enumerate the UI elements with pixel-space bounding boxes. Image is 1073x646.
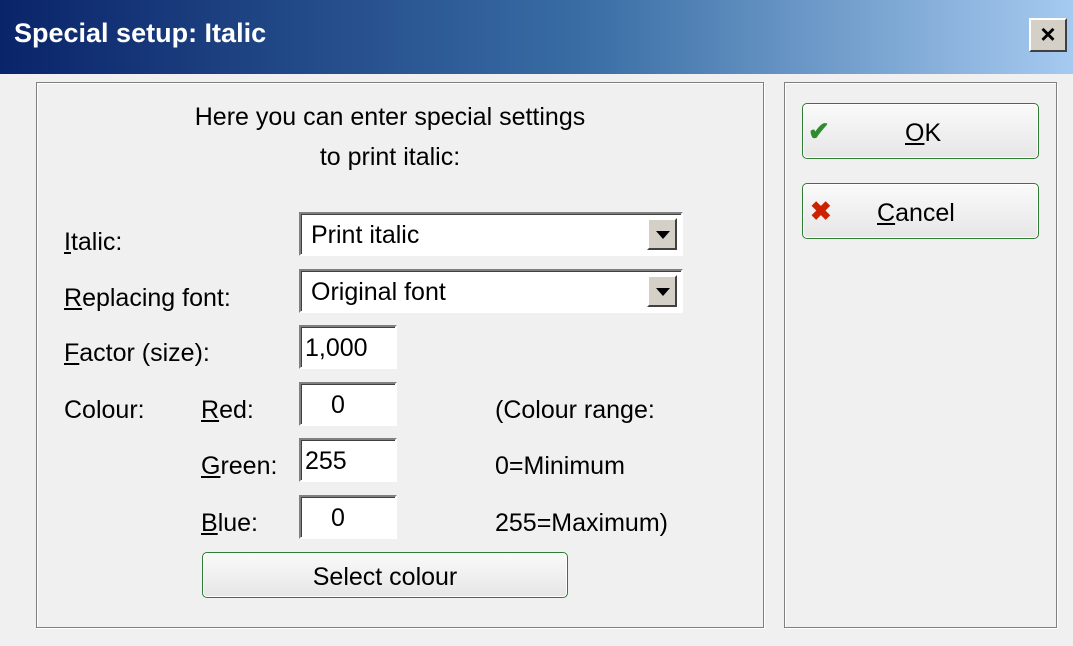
colour-range-text: (Colour range: — [495, 396, 655, 424]
select-colour-button[interactable]: Select colour — [202, 552, 568, 598]
red-input[interactable]: 0 — [299, 382, 397, 426]
cancel-label: Cancel — [877, 199, 955, 227]
factor-label: Factor (size): — [64, 339, 210, 367]
factor-input[interactable]: 1,000 — [299, 325, 397, 369]
ok-button[interactable]: ✔ OK — [802, 103, 1039, 159]
replacing-font-label: Replacing font: — [64, 284, 231, 312]
colour-min-text: 0=Minimum — [495, 452, 625, 480]
green-label: Green: — [201, 452, 278, 480]
italic-label: Italic: — [64, 228, 123, 256]
cancel-button[interactable]: ✖ Cancel — [802, 183, 1039, 239]
blue-label: Blue: — [201, 509, 258, 537]
intro-line-1: Here you can enter special settings — [194, 103, 586, 131]
ok-label: OK — [905, 119, 942, 147]
title-bar: Special setup: Italic × — [0, 0, 1073, 74]
italic-select[interactable]: Print italic — [299, 212, 683, 256]
close-button[interactable]: × — [1029, 18, 1067, 52]
colour-label: Colour: — [64, 396, 145, 424]
x-icon: ✖ — [810, 196, 832, 226]
buttons-panel — [784, 82, 1057, 628]
replacing-font-select-value: Original font — [311, 278, 446, 306]
replacing-font-select[interactable]: Original font — [299, 269, 683, 313]
italic-select-value: Print italic — [311, 221, 420, 249]
window-title: Special setup: Italic — [14, 18, 267, 48]
chevron-down-icon[interactable] — [647, 218, 677, 250]
chevron-down-icon[interactable] — [647, 275, 677, 307]
intro-line-2: to print italic: — [319, 143, 461, 171]
green-input[interactable]: 255 — [299, 438, 397, 482]
check-icon: ✔ — [808, 116, 830, 146]
red-label: Red: — [201, 396, 254, 424]
colour-max-text: 255=Maximum) — [495, 509, 668, 537]
blue-input[interactable]: 0 — [299, 495, 397, 539]
close-icon: × — [1040, 19, 1056, 49]
